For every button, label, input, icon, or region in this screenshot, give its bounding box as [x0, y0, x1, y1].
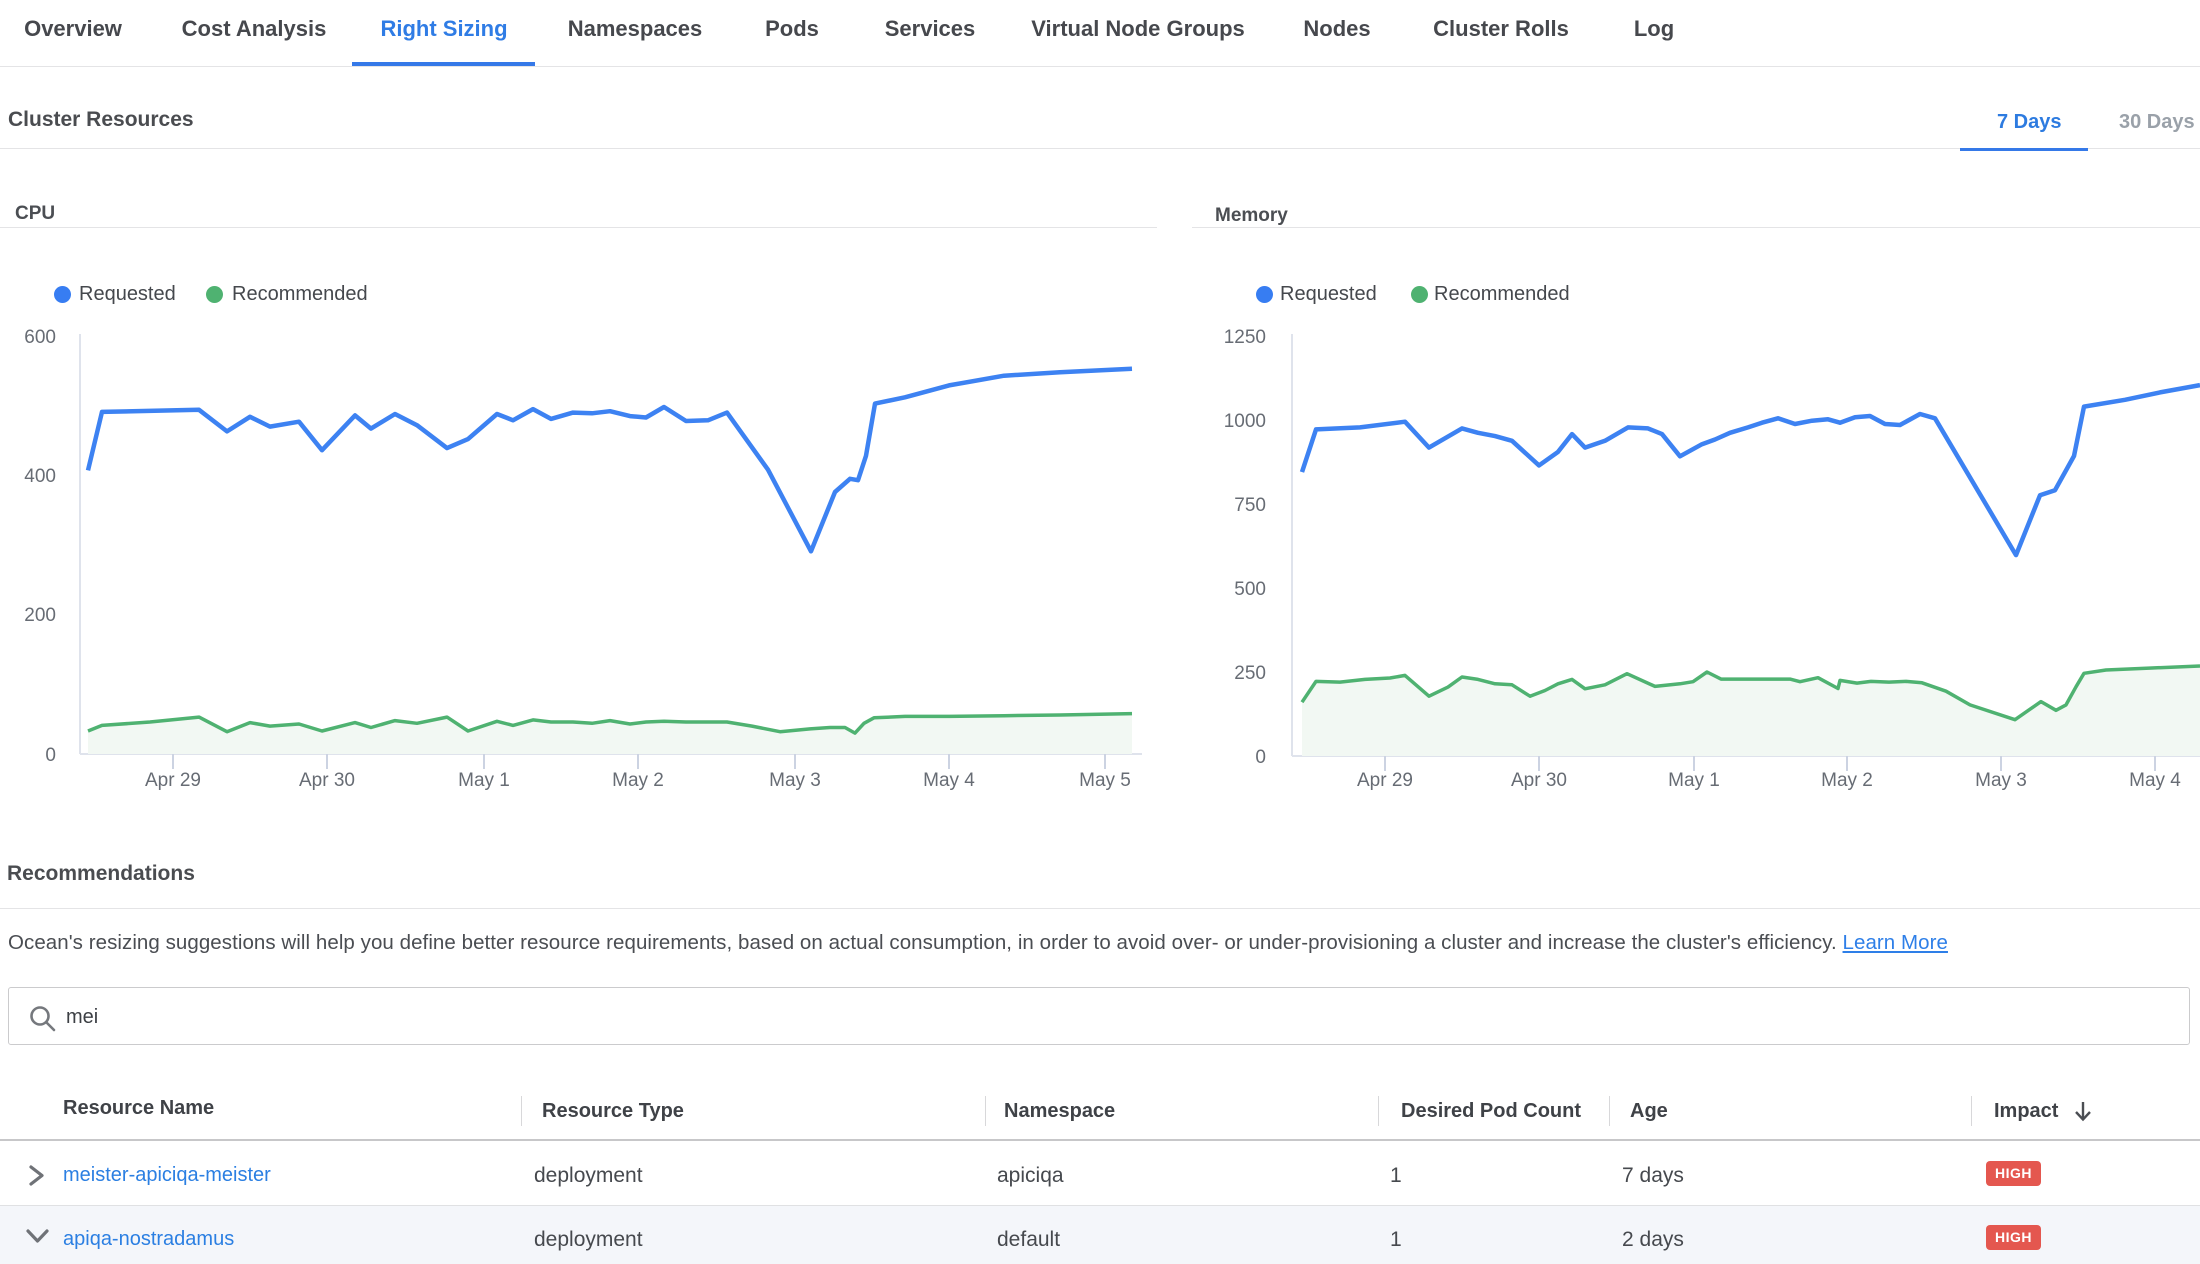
svg-text:Apr 30: Apr 30 — [299, 770, 355, 791]
svg-text:May 1: May 1 — [1668, 770, 1720, 791]
svg-text:Apr 29: Apr 29 — [145, 770, 201, 791]
svg-text:1000: 1000 — [1224, 411, 1266, 432]
svg-text:750: 750 — [1234, 495, 1266, 516]
svg-text:400: 400 — [24, 466, 56, 487]
svg-text:0: 0 — [45, 745, 56, 766]
svg-text:May 4: May 4 — [923, 770, 975, 791]
svg-text:1250: 1250 — [1224, 327, 1266, 348]
svg-text:May 5: May 5 — [1079, 770, 1131, 791]
svg-text:May 3: May 3 — [1975, 770, 2027, 791]
svg-text:May 4: May 4 — [2129, 770, 2181, 791]
svg-text:May 3: May 3 — [769, 770, 821, 791]
svg-text:0: 0 — [1255, 747, 1266, 768]
svg-text:Apr 29: Apr 29 — [1357, 770, 1413, 791]
svg-text:500: 500 — [1234, 579, 1266, 600]
svg-text:200: 200 — [24, 605, 56, 626]
svg-text:May 1: May 1 — [458, 770, 510, 791]
svg-text:250: 250 — [1234, 663, 1266, 684]
svg-text:May 2: May 2 — [1821, 770, 1873, 791]
svg-text:May 2: May 2 — [612, 770, 664, 791]
svg-text:600: 600 — [24, 327, 56, 348]
svg-text:Apr 30: Apr 30 — [1511, 770, 1567, 791]
